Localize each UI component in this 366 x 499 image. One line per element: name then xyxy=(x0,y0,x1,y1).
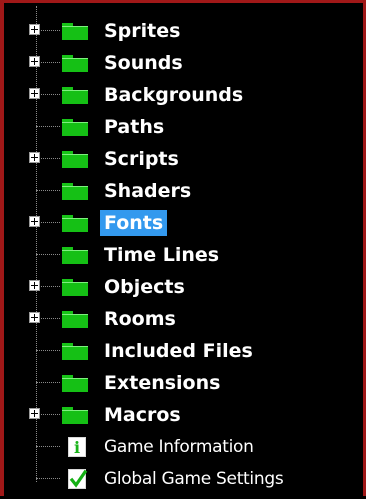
tree-item-label: Shaders xyxy=(104,180,192,202)
tree-item-rooms[interactable]: Rooms xyxy=(4,303,360,335)
expand-plus-icon[interactable] xyxy=(29,56,40,67)
folder-icon xyxy=(62,375,88,392)
info-icon: i xyxy=(68,437,86,457)
tree-item-backgrounds[interactable]: Backgrounds xyxy=(4,79,360,111)
tree-item-label: Objects xyxy=(104,276,185,298)
tree-item-label: Extensions xyxy=(104,372,221,394)
tree-item-label: Rooms xyxy=(104,308,176,330)
folder-icon xyxy=(62,23,88,40)
tree-item-label: Sprites xyxy=(104,20,181,42)
tree-item-label: Included Files xyxy=(104,340,253,362)
checkmark-icon xyxy=(68,469,88,489)
folder-icon xyxy=(62,183,88,200)
folder-icon xyxy=(62,279,88,296)
tree-item-label: Backgrounds xyxy=(104,84,244,106)
folder-icon xyxy=(62,87,88,104)
expand-plus-icon[interactable] xyxy=(29,216,40,227)
folder-icon xyxy=(62,311,88,328)
tree-item-game-information[interactable]: i Game Information xyxy=(4,431,360,463)
tree-item-sprites[interactable]: Sprites xyxy=(4,15,360,47)
folder-icon xyxy=(62,343,88,360)
tree-item-label-selected: Fonts xyxy=(100,210,168,236)
folder-icon xyxy=(62,151,88,168)
resource-tree: Sprites Sounds Backgrounds Paths Scripts… xyxy=(4,3,364,499)
tree-item-macros[interactable]: Macros xyxy=(4,399,360,431)
folder-icon xyxy=(62,215,88,232)
expand-plus-icon[interactable] xyxy=(29,280,40,291)
tree-item-label: Paths xyxy=(104,116,165,138)
tree-item-label: Game Information xyxy=(104,437,254,457)
tree-item-label: Time Lines xyxy=(104,244,220,266)
tree-item-extensions[interactable]: Extensions xyxy=(4,367,360,399)
tree-item-paths[interactable]: Paths xyxy=(4,111,360,143)
resource-tree-window: Sprites Sounds Backgrounds Paths Scripts… xyxy=(0,0,366,496)
expand-plus-icon[interactable] xyxy=(29,312,40,323)
tree-item-label: Global Game Settings xyxy=(104,469,284,489)
expand-plus-icon[interactable] xyxy=(29,24,40,35)
folder-icon xyxy=(62,119,88,136)
tree-item-shaders[interactable]: Shaders xyxy=(4,175,360,207)
tree-item-label: Scripts xyxy=(104,148,179,170)
tree-item-label: Sounds xyxy=(104,52,183,74)
tree-item-scripts[interactable]: Scripts xyxy=(4,143,360,175)
tree-item-sounds[interactable]: Sounds xyxy=(4,47,360,79)
tree-item-objects[interactable]: Objects xyxy=(4,271,360,303)
tree-item-included-files[interactable]: Included Files xyxy=(4,335,360,367)
expand-plus-icon[interactable] xyxy=(29,152,40,163)
folder-icon xyxy=(62,407,88,424)
folder-icon xyxy=(62,55,88,72)
tree-item-label: Macros xyxy=(104,404,181,426)
expand-plus-icon[interactable] xyxy=(29,408,40,419)
tree-item-time-lines[interactable]: Time Lines xyxy=(4,239,360,271)
tree-item-global-game-settings[interactable]: Global Game Settings xyxy=(4,463,360,495)
expand-plus-icon[interactable] xyxy=(29,88,40,99)
folder-icon xyxy=(62,247,88,264)
tree-item-fonts[interactable]: Fonts xyxy=(4,207,360,239)
